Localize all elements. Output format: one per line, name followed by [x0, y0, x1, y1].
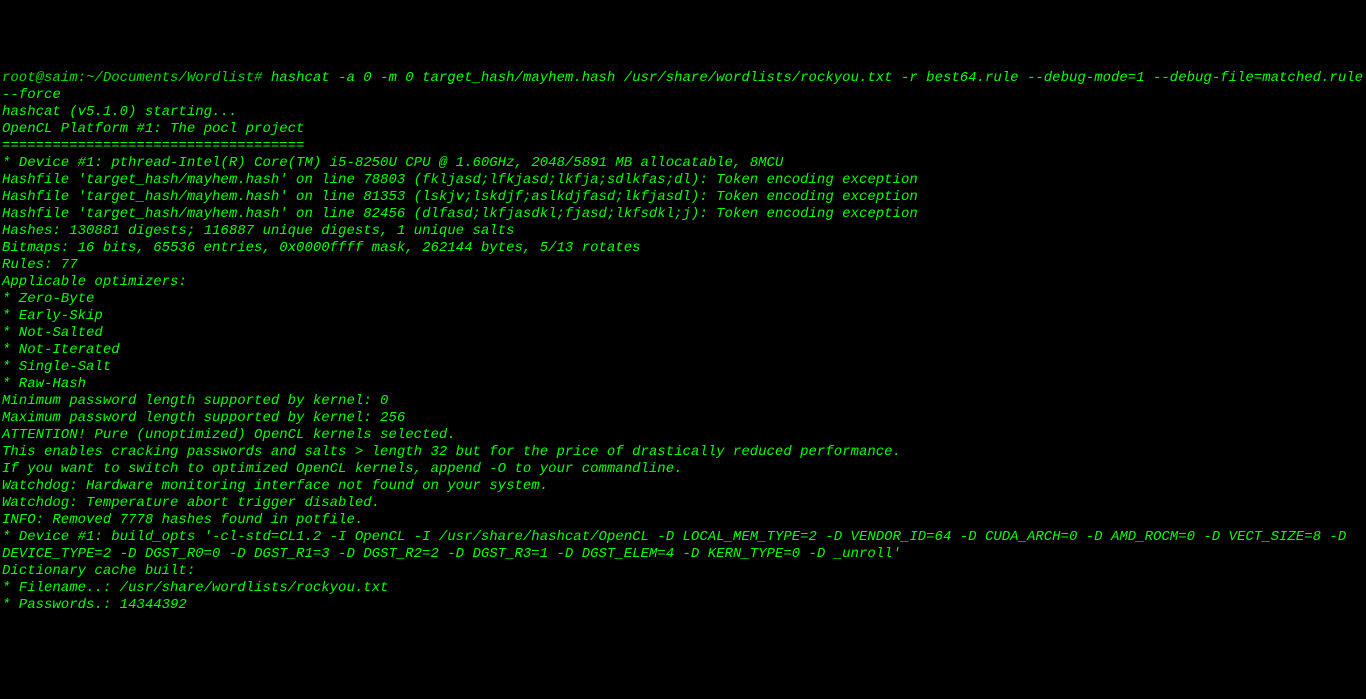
shell-prompt: root@saim:~/Documents/Wordlist# [2, 70, 262, 86]
output-line: Hashfile 'target_hash/mayhem.hash' on li… [2, 206, 1364, 223]
output-line: * Raw-Hash [2, 376, 1364, 393]
output-line: Rules: 77 [2, 257, 1364, 274]
output-line: ==================================== [2, 138, 1364, 155]
output-line: Dictionary cache built: [2, 563, 1364, 580]
output-line: * Device #1: pthread-Intel(R) Core(TM) i… [2, 155, 1364, 172]
output-line: This enables cracking passwords and salt… [2, 444, 1364, 461]
output-line: Minimum password length supported by ker… [2, 393, 1364, 410]
output-line: Hashes: 130881 digests; 116887 unique di… [2, 223, 1364, 240]
output-line: Hashfile 'target_hash/mayhem.hash' on li… [2, 189, 1364, 206]
output-line: * Passwords.: 14344392 [2, 597, 1364, 614]
output-line: INFO: Removed 7778 hashes found in potfi… [2, 512, 1364, 529]
output-line: * Filename..: /usr/share/wordlists/rocky… [2, 580, 1364, 597]
output-line: hashcat (v5.1.0) starting... [2, 104, 1364, 121]
output-line: If you want to switch to optimized OpenC… [2, 461, 1364, 478]
output-line: * Not-Iterated [2, 342, 1364, 359]
output-line: OpenCL Platform #1: The pocl project [2, 121, 1364, 138]
output-line: Bitmaps: 16 bits, 65536 entries, 0x0000f… [2, 240, 1364, 257]
output-line: Watchdog: Hardware monitoring interface … [2, 478, 1364, 495]
terminal-output[interactable]: root@saim:~/Documents/Wordlist# hashcat … [2, 70, 1364, 614]
output-line: * Not-Salted [2, 325, 1364, 342]
output-line: Hashfile 'target_hash/mayhem.hash' on li… [2, 172, 1364, 189]
output-line: Maximum password length supported by ker… [2, 410, 1364, 427]
output-line: Watchdog: Temperature abort trigger disa… [2, 495, 1364, 512]
output-line: * Early-Skip [2, 308, 1364, 325]
output-line: ATTENTION! Pure (unoptimized) OpenCL ker… [2, 427, 1364, 444]
output-line: Applicable optimizers: [2, 274, 1364, 291]
output-line: * Single-Salt [2, 359, 1364, 376]
output-line: * Zero-Byte [2, 291, 1364, 308]
output-line: * Device #1: build_opts '-cl-std=CL1.2 -… [2, 529, 1364, 563]
